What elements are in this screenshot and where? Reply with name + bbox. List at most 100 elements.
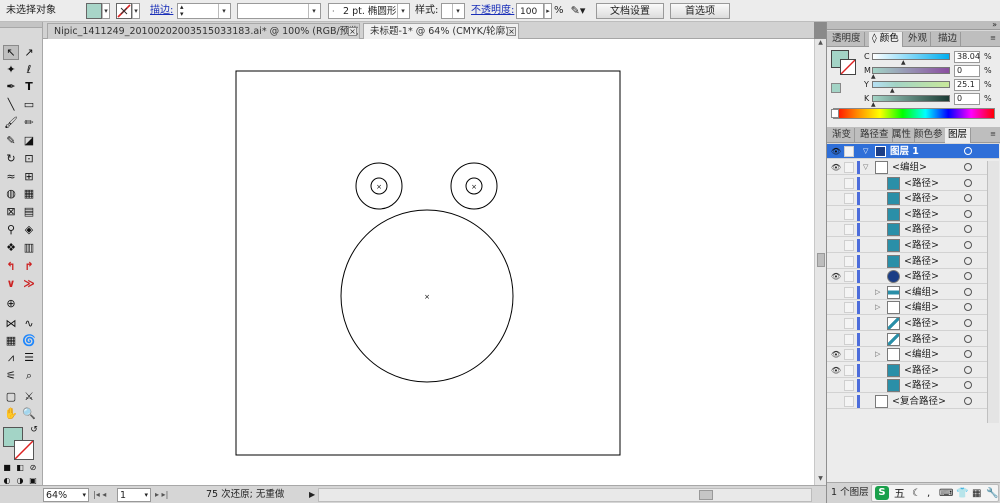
layer-name[interactable]: <路径>	[904, 255, 939, 268]
layer-row[interactable]: <路径>	[827, 254, 999, 269]
layer-name[interactable]: <复合路径>	[892, 395, 946, 408]
tab-untitled-document[interactable]: 未标题-1* @ 64% (CMYK/轮廓) ×	[363, 23, 519, 39]
next-artboard-icon[interactable]: ▸ ▸|	[155, 488, 177, 502]
lock-toggle[interactable]	[844, 302, 854, 314]
magic-wand-icon[interactable]: ✦	[3, 62, 19, 77]
eye-icon[interactable]: 👁	[830, 365, 842, 376]
lock-toggle[interactable]	[844, 364, 854, 376]
target-icon[interactable]	[964, 225, 972, 234]
layer-row[interactable]: <路径>	[827, 176, 999, 191]
layer-name[interactable]: <编组>	[904, 301, 939, 314]
swap-colors-icon[interactable]: ↺	[28, 424, 40, 436]
doc-setup-button[interactable]: 文档设置	[596, 3, 664, 19]
first-artboard-icon[interactable]: |◂ ◂	[93, 488, 115, 502]
shape-builder-icon[interactable]: ◍	[3, 186, 19, 201]
target-icon[interactable]	[964, 303, 972, 312]
layer-name[interactable]: <路径>	[904, 333, 939, 346]
ime-logo[interactable]: S	[875, 486, 889, 500]
magenta-slider[interactable]: M ▲ 0 %	[827, 65, 1000, 80]
lock-toggle[interactable]	[844, 318, 854, 329]
expand-icon[interactable]: ▷	[875, 287, 880, 298]
stroke-swatch[interactable]	[116, 3, 132, 19]
dock-header[interactable]: »	[827, 20, 1000, 30]
expand-icon[interactable]: ▽	[863, 162, 868, 173]
tab-pathfinder[interactable]: 路径查	[857, 128, 893, 143]
channel-value[interactable]: 0	[954, 65, 980, 77]
grid-icon[interactable]: ▦	[3, 333, 19, 348]
target-icon[interactable]	[964, 272, 972, 281]
layer-row[interactable]: <路径>	[827, 332, 999, 347]
color-mode-icon[interactable]: ■	[1, 462, 13, 473]
eye-icon[interactable]	[830, 396, 842, 407]
artboard-tool-icon[interactable]: ▢	[3, 389, 19, 404]
collapse-icon[interactable]: »	[992, 20, 997, 29]
eye-icon[interactable]	[830, 380, 842, 391]
lock-toggle[interactable]	[844, 271, 854, 283]
target-icon[interactable]	[964, 256, 972, 265]
lock-toggle[interactable]	[844, 240, 854, 251]
target-icon[interactable]	[964, 163, 972, 171]
eye-icon[interactable]: 👁	[830, 146, 842, 157]
type-tool-icon[interactable]: T	[21, 79, 37, 94]
target-icon[interactable]	[964, 194, 972, 203]
layer-name[interactable]: <路径>	[904, 270, 939, 283]
slider-track[interactable]	[872, 67, 950, 74]
eye-icon[interactable]	[830, 193, 842, 204]
eye-icon[interactable]	[830, 287, 842, 298]
layer-row[interactable]: <路径>	[827, 191, 999, 207]
scale-tool-icon[interactable]: ⊡	[21, 151, 37, 166]
opacity-dropdown[interactable]: ▸	[544, 3, 552, 19]
eraser-icon[interactable]: ◪	[21, 133, 37, 148]
eye-icon[interactable]	[830, 224, 842, 235]
cyan-slider[interactable]: C ▲ 38.04 %	[827, 51, 1000, 66]
pencil-icon[interactable]: ✏	[21, 115, 37, 130]
eye-icon[interactable]: 👁	[830, 349, 842, 360]
opacity-link[interactable]: 不透明度:	[471, 3, 514, 19]
target-icon[interactable]	[964, 287, 972, 296]
layer-name[interactable]: <路径>	[904, 223, 939, 236]
layer-name[interactable]: <路径>	[904, 364, 939, 377]
preferences-button[interactable]: 首选项	[670, 3, 730, 19]
vertical-scrollbar[interactable]: ▲ ▼	[814, 39, 826, 485]
layer-row[interactable]: ▷ <编组>	[827, 300, 999, 316]
lock-toggle[interactable]	[844, 396, 854, 407]
stroke-link[interactable]: 描边:	[150, 3, 173, 19]
rotate-tool-icon[interactable]: ↻	[3, 151, 19, 166]
layer-row[interactable]: <路径>	[827, 222, 999, 238]
hand-tool-icon[interactable]: ✋	[3, 406, 19, 421]
tab-stroke[interactable]: 描边	[935, 32, 962, 47]
rectangle-tool-icon[interactable]: ▭	[21, 97, 37, 112]
layer-row[interactable]: ▷ <编组>	[827, 285, 999, 300]
layer-name[interactable]: 图层 1	[890, 145, 919, 158]
line-tool-icon[interactable]: ╲	[3, 97, 19, 112]
target-icon[interactable]	[964, 334, 972, 343]
layer-row-top[interactable]: 👁 ▽ 图层 1	[827, 144, 999, 159]
wave-icon[interactable]: ∿	[21, 316, 37, 331]
eye-icon[interactable]	[830, 256, 842, 267]
lock-toggle[interactable]	[844, 208, 854, 220]
layer-name[interactable]: <路径>	[904, 177, 939, 190]
target-icon[interactable]	[964, 209, 972, 218]
lock-toggle[interactable]	[844, 162, 854, 173]
selection-tool-icon[interactable]: ↖	[3, 45, 19, 60]
stroke-color-box[interactable]	[14, 440, 34, 460]
lock-toggle[interactable]	[844, 333, 854, 345]
tab-transparency[interactable]: 透明度	[829, 32, 865, 47]
target-icon[interactable]	[964, 397, 972, 405]
toolbox-grip[interactable]	[0, 22, 42, 28]
lock-toggle[interactable]	[844, 224, 854, 236]
layer-row[interactable]: <复合路径>	[827, 394, 999, 409]
eye-icon[interactable]	[830, 209, 842, 220]
layer-row[interactable]: <路径>	[827, 378, 999, 394]
target-icon[interactable]	[964, 350, 972, 359]
blob-brush-icon[interactable]: ✎	[3, 133, 19, 148]
variable-width-dropdown[interactable]: ▾	[237, 3, 321, 19]
layer-name[interactable]: <编组>	[904, 348, 939, 361]
opacity-input[interactable]: 100	[516, 3, 544, 19]
mesh-tool-icon[interactable]: ⊠	[3, 204, 19, 219]
brush-dropdown[interactable]: · 2 pt. 椭圆形 ▾	[328, 3, 410, 19]
layer-row[interactable]: 👁 <路径>	[827, 269, 999, 285]
gradient-mode-icon[interactable]: ◧	[14, 462, 26, 473]
gradient-tool-icon[interactable]: ▤	[21, 204, 37, 219]
pen-tool-icon[interactable]: ✒	[3, 79, 19, 94]
